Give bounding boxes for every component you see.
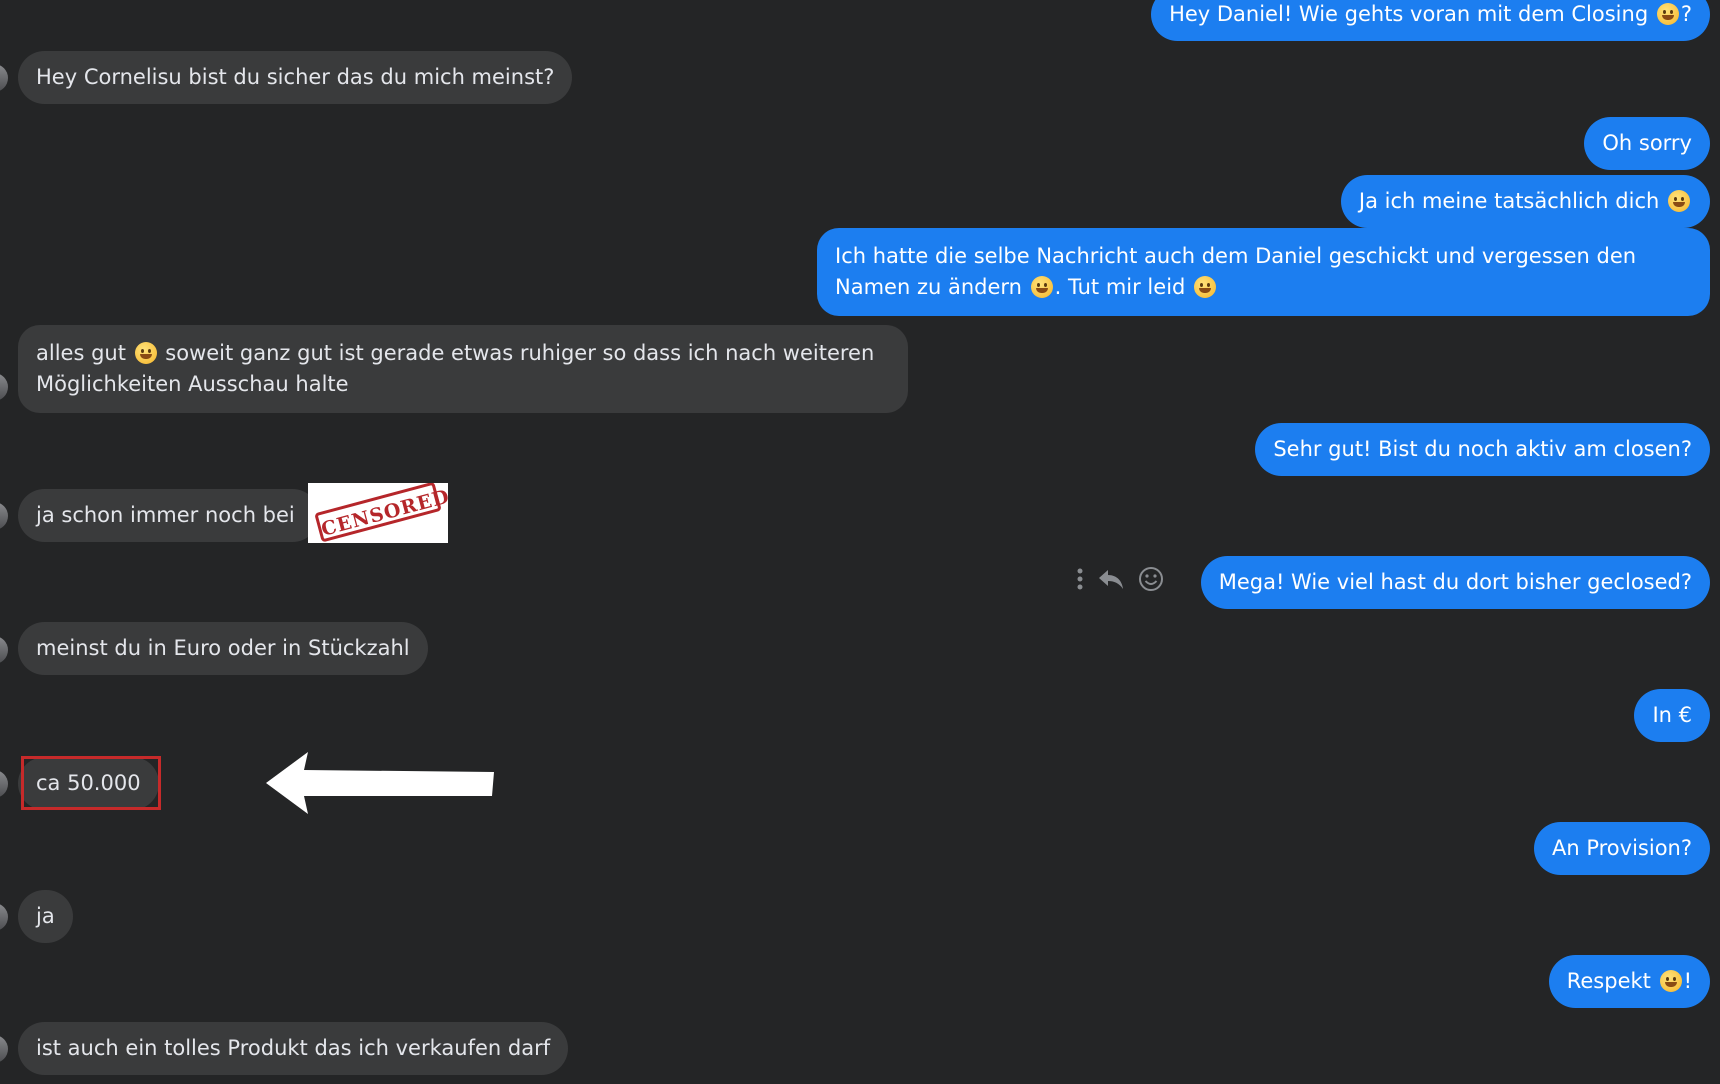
message-text: . Tut mir leid xyxy=(1054,275,1193,299)
message-text: ! xyxy=(1683,969,1692,993)
avatar[interactable] xyxy=(0,373,8,401)
message-outgoing[interactable]: An Provision? xyxy=(1533,822,1710,875)
message-outgoing[interactable]: Hey Daniel! Wie gehts voran mit dem Clos… xyxy=(1151,0,1710,41)
message-text: soweit ganz gut ist gerade etwas ruhiger… xyxy=(36,341,875,396)
avatar[interactable] xyxy=(0,636,8,664)
avatar[interactable] xyxy=(0,64,8,92)
message-text: Hey Daniel! Wie gehts voran mit dem Clos… xyxy=(1169,2,1655,26)
grinning-face-emoji-icon xyxy=(134,342,157,364)
censored-overlay: CENSORED xyxy=(308,483,448,543)
grinning-face-emoji-icon xyxy=(1194,276,1217,298)
message-outgoing[interactable]: Ja ich meine tatsächlich dich xyxy=(1340,175,1710,228)
message-text: Hey Cornelisu bist du sicher das du mich… xyxy=(36,65,555,89)
message-text: meinst du in Euro oder in Stückzahl xyxy=(36,636,410,660)
message-text: Ich hatte die selbe Nachricht auch dem D… xyxy=(835,244,1637,299)
message-text: An Provision? xyxy=(1551,836,1692,860)
message-text: Sehr gut! Bist du noch aktiv am closen? xyxy=(1273,437,1692,461)
avatar[interactable] xyxy=(0,770,8,798)
message-outgoing[interactable]: Mega! Wie viel hast du dort bisher geclo… xyxy=(1200,556,1710,609)
avatar[interactable] xyxy=(0,903,8,931)
censored-stamp: CENSORED xyxy=(314,483,448,543)
message-incoming[interactable]: Hey Cornelisu bist du sicher das du mich… xyxy=(18,51,573,104)
message-text: Ja ich meine tatsächlich dich xyxy=(1358,189,1666,213)
message-text: In € xyxy=(1652,703,1692,727)
chat-window: Hey Daniel! Wie gehts voran mit dem Clos… xyxy=(0,0,1720,1084)
message-outgoing[interactable]: Sehr gut! Bist du noch aktiv am closen? xyxy=(1255,423,1710,476)
avatar[interactable] xyxy=(0,502,8,530)
message-outgoing[interactable]: Respekt ! xyxy=(1548,955,1710,1008)
message-actions xyxy=(1076,566,1164,592)
react-icon[interactable] xyxy=(1138,566,1164,592)
message-text: ? xyxy=(1680,2,1692,26)
message-text: alles gut xyxy=(36,341,133,365)
avatar[interactable] xyxy=(0,1035,8,1063)
message-incoming[interactable]: alles gut soweit ganz gut ist gerade etw… xyxy=(18,325,908,413)
message-incoming[interactable]: meinst du in Euro oder in Stückzahl xyxy=(18,622,428,675)
message-incoming[interactable]: ist auch ein tolles Produkt das ich verk… xyxy=(18,1022,569,1075)
highlight-box xyxy=(21,756,161,810)
message-outgoing[interactable]: Oh sorry xyxy=(1584,117,1710,170)
arrow-left-icon xyxy=(266,752,494,814)
grinning-face-emoji-icon xyxy=(1659,970,1682,992)
message-text: ist auch ein tolles Produkt das ich verk… xyxy=(36,1036,551,1060)
grinning-face-emoji-icon xyxy=(1030,276,1053,298)
message-outgoing[interactable]: In € xyxy=(1634,689,1710,742)
message-incoming[interactable]: ja schon immer noch bei xyxy=(18,489,319,542)
message-incoming[interactable]: ja xyxy=(18,890,73,943)
message-outgoing[interactable]: Ich hatte die selbe Nachricht auch dem D… xyxy=(817,228,1710,316)
message-text: Respekt xyxy=(1566,969,1658,993)
more-options-icon[interactable] xyxy=(1076,567,1084,591)
grinning-face-emoji-icon xyxy=(1656,3,1679,25)
reply-icon[interactable] xyxy=(1098,568,1124,590)
grinning-face-emoji-icon xyxy=(1668,190,1690,212)
message-text: Mega! Wie viel hast du dort bisher geclo… xyxy=(1218,570,1692,594)
message-text: ja xyxy=(36,904,55,928)
message-text: Oh sorry xyxy=(1602,131,1692,155)
message-text: ja schon immer noch bei xyxy=(36,503,295,527)
